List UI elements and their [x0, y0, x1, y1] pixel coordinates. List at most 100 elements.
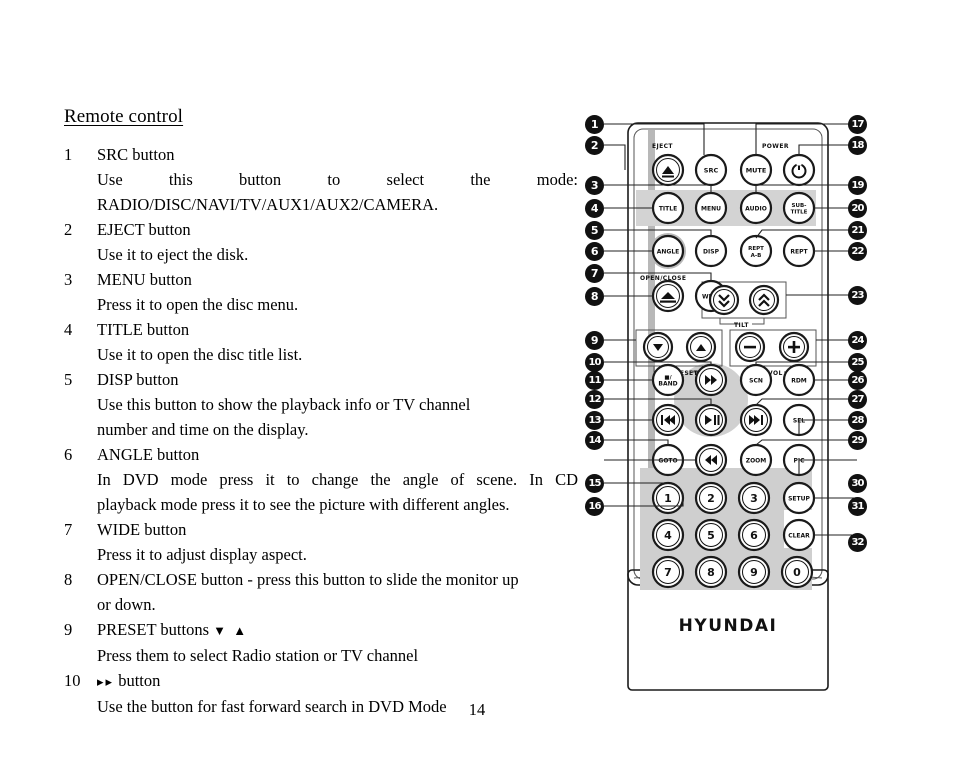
svg-text:TITLE: TITLE: [659, 206, 677, 213]
button-title[interactable]: TITLE: [651, 191, 685, 225]
button-rewind[interactable]: [694, 443, 728, 477]
callout-22: 22: [848, 242, 867, 261]
page-number: 14: [468, 700, 486, 719]
callout-24: 24: [848, 331, 867, 350]
svg-text:SETUP: SETUP: [788, 496, 810, 503]
list-item: 5 DISP button Use this button to show th…: [64, 367, 578, 442]
item-description-line: Use this button to select the mode:: [97, 170, 578, 189]
svg-text:2: 2: [707, 492, 715, 505]
button-next-track[interactable]: [739, 403, 773, 437]
button-band[interactable]: ■/ BAND: [651, 363, 685, 397]
callout-5: 5: [585, 221, 604, 240]
button-clear[interactable]: CLEAR: [782, 518, 816, 552]
button-preset-down[interactable]: [642, 331, 674, 363]
button-audio[interactable]: AUDIO: [739, 191, 773, 225]
button-repeat-ab[interactable]: REPT A-B: [739, 234, 773, 268]
eject-group-label: EJECT: [652, 143, 673, 150]
button-6[interactable]: 6: [737, 518, 771, 552]
item-label: PRESET buttons: [97, 620, 210, 639]
button-2[interactable]: 2: [694, 481, 728, 515]
callout-6: 6: [585, 242, 604, 261]
button-src[interactable]: SRC: [694, 153, 728, 187]
button-1[interactable]: 1: [651, 481, 685, 515]
button-sub-title[interactable]: SUB- TITLE: [782, 191, 816, 225]
button-8[interactable]: 8: [694, 555, 728, 589]
svg-text:1: 1: [664, 492, 672, 505]
item-number: 2: [64, 220, 73, 239]
item-label: TITLE button: [97, 320, 190, 339]
svg-text:TITLE: TITLE: [791, 210, 808, 216]
callout-21: 21: [848, 221, 867, 240]
button-eject[interactable]: [651, 153, 685, 187]
svg-text:ZOOM: ZOOM: [746, 458, 767, 465]
list-item: 9 PRESET buttons ▼ ▲ Press them to selec…: [64, 617, 578, 668]
list-item: 7 WIDE button Press it to adjust display…: [64, 517, 578, 567]
svg-text:7: 7: [664, 566, 672, 579]
item-description: or down.: [97, 595, 156, 614]
item-label: OPEN/CLOSE button - press this button to…: [97, 570, 519, 589]
svg-text:GOTO: GOTO: [658, 458, 677, 465]
item-label: MENU button: [97, 270, 192, 289]
item-number: 9: [64, 620, 73, 639]
callout-12: 12: [585, 390, 604, 409]
button-mute[interactable]: MUTE: [739, 153, 773, 187]
callout-23: 23: [848, 286, 867, 305]
item-description: Use it to eject the disk.: [97, 245, 249, 264]
item-description: Press them to select Radio station or TV…: [97, 646, 419, 665]
button-7[interactable]: 7: [651, 555, 685, 589]
button-angle[interactable]: ANGLE: [651, 234, 685, 268]
button-random[interactable]: RDM: [782, 363, 816, 397]
svg-text:MUTE: MUTE: [746, 167, 767, 175]
svg-text:AUDIO: AUDIO: [745, 206, 767, 213]
button-tilt-down[interactable]: [708, 284, 740, 316]
button-repeat[interactable]: REPT: [782, 234, 816, 268]
button-0[interactable]: 0: [780, 555, 814, 589]
button-setup[interactable]: SETUP: [782, 481, 816, 515]
svg-text:6: 6: [750, 529, 758, 542]
callout-10: 10: [585, 353, 604, 372]
button-disp[interactable]: DISP: [694, 234, 728, 268]
button-zoom[interactable]: ZOOM: [739, 443, 773, 477]
item-number: 5: [64, 370, 73, 389]
button-volume-down[interactable]: [734, 331, 766, 363]
svg-text:3: 3: [750, 492, 758, 505]
svg-text:SUB-: SUB-: [792, 203, 807, 209]
callout-1: 1: [585, 115, 604, 134]
button-play-pause[interactable]: [694, 403, 728, 437]
item-label: SRC button: [97, 145, 175, 164]
button-4[interactable]: 4: [651, 518, 685, 552]
button-scan[interactable]: SCN: [739, 363, 773, 397]
button-fast-forward-step[interactable]: [694, 363, 728, 397]
svg-text:4: 4: [664, 529, 672, 542]
tilt-group-label: TILT: [734, 322, 749, 329]
callout-15: 15: [585, 474, 604, 493]
button-menu[interactable]: MENU: [694, 191, 728, 225]
button-5[interactable]: 5: [694, 518, 728, 552]
button-preset-up[interactable]: [685, 331, 717, 363]
button-open-close[interactable]: [651, 279, 685, 313]
item-description-line: Use this button to show the playback inf…: [97, 395, 471, 414]
callout-13: 13: [585, 411, 604, 430]
brand-logo: HYUNDAI: [679, 616, 778, 636]
svg-text:RDM: RDM: [791, 378, 807, 385]
callout-9: 9: [585, 331, 604, 350]
list-item: 8 OPEN/CLOSE button - press this button …: [64, 567, 578, 617]
remote-control-diagram: .bodyline { fill:none; stroke:#1a1a1a; s…: [578, 108, 883, 703]
svg-text:REPT: REPT: [748, 246, 764, 252]
callout-18: 18: [848, 136, 867, 155]
item-number: 6: [64, 445, 73, 464]
button-volume-up[interactable]: [778, 331, 810, 363]
button-power[interactable]: [782, 153, 816, 187]
callout-16: 16: [585, 497, 604, 516]
item-description-line: playback mode press it to see the pictur…: [97, 495, 510, 514]
svg-text:9: 9: [750, 566, 758, 579]
button-3[interactable]: 3: [737, 481, 771, 515]
button-9[interactable]: 9: [737, 555, 771, 589]
svg-text:CLEAR: CLEAR: [788, 533, 810, 540]
item-label: EJECT button: [97, 220, 191, 239]
button-previous-track[interactable]: [651, 403, 685, 437]
callout-8: 8: [585, 287, 604, 306]
svg-text:BAND: BAND: [658, 381, 677, 388]
button-tilt-up[interactable]: [748, 284, 780, 316]
callout-17: 17: [848, 115, 867, 134]
